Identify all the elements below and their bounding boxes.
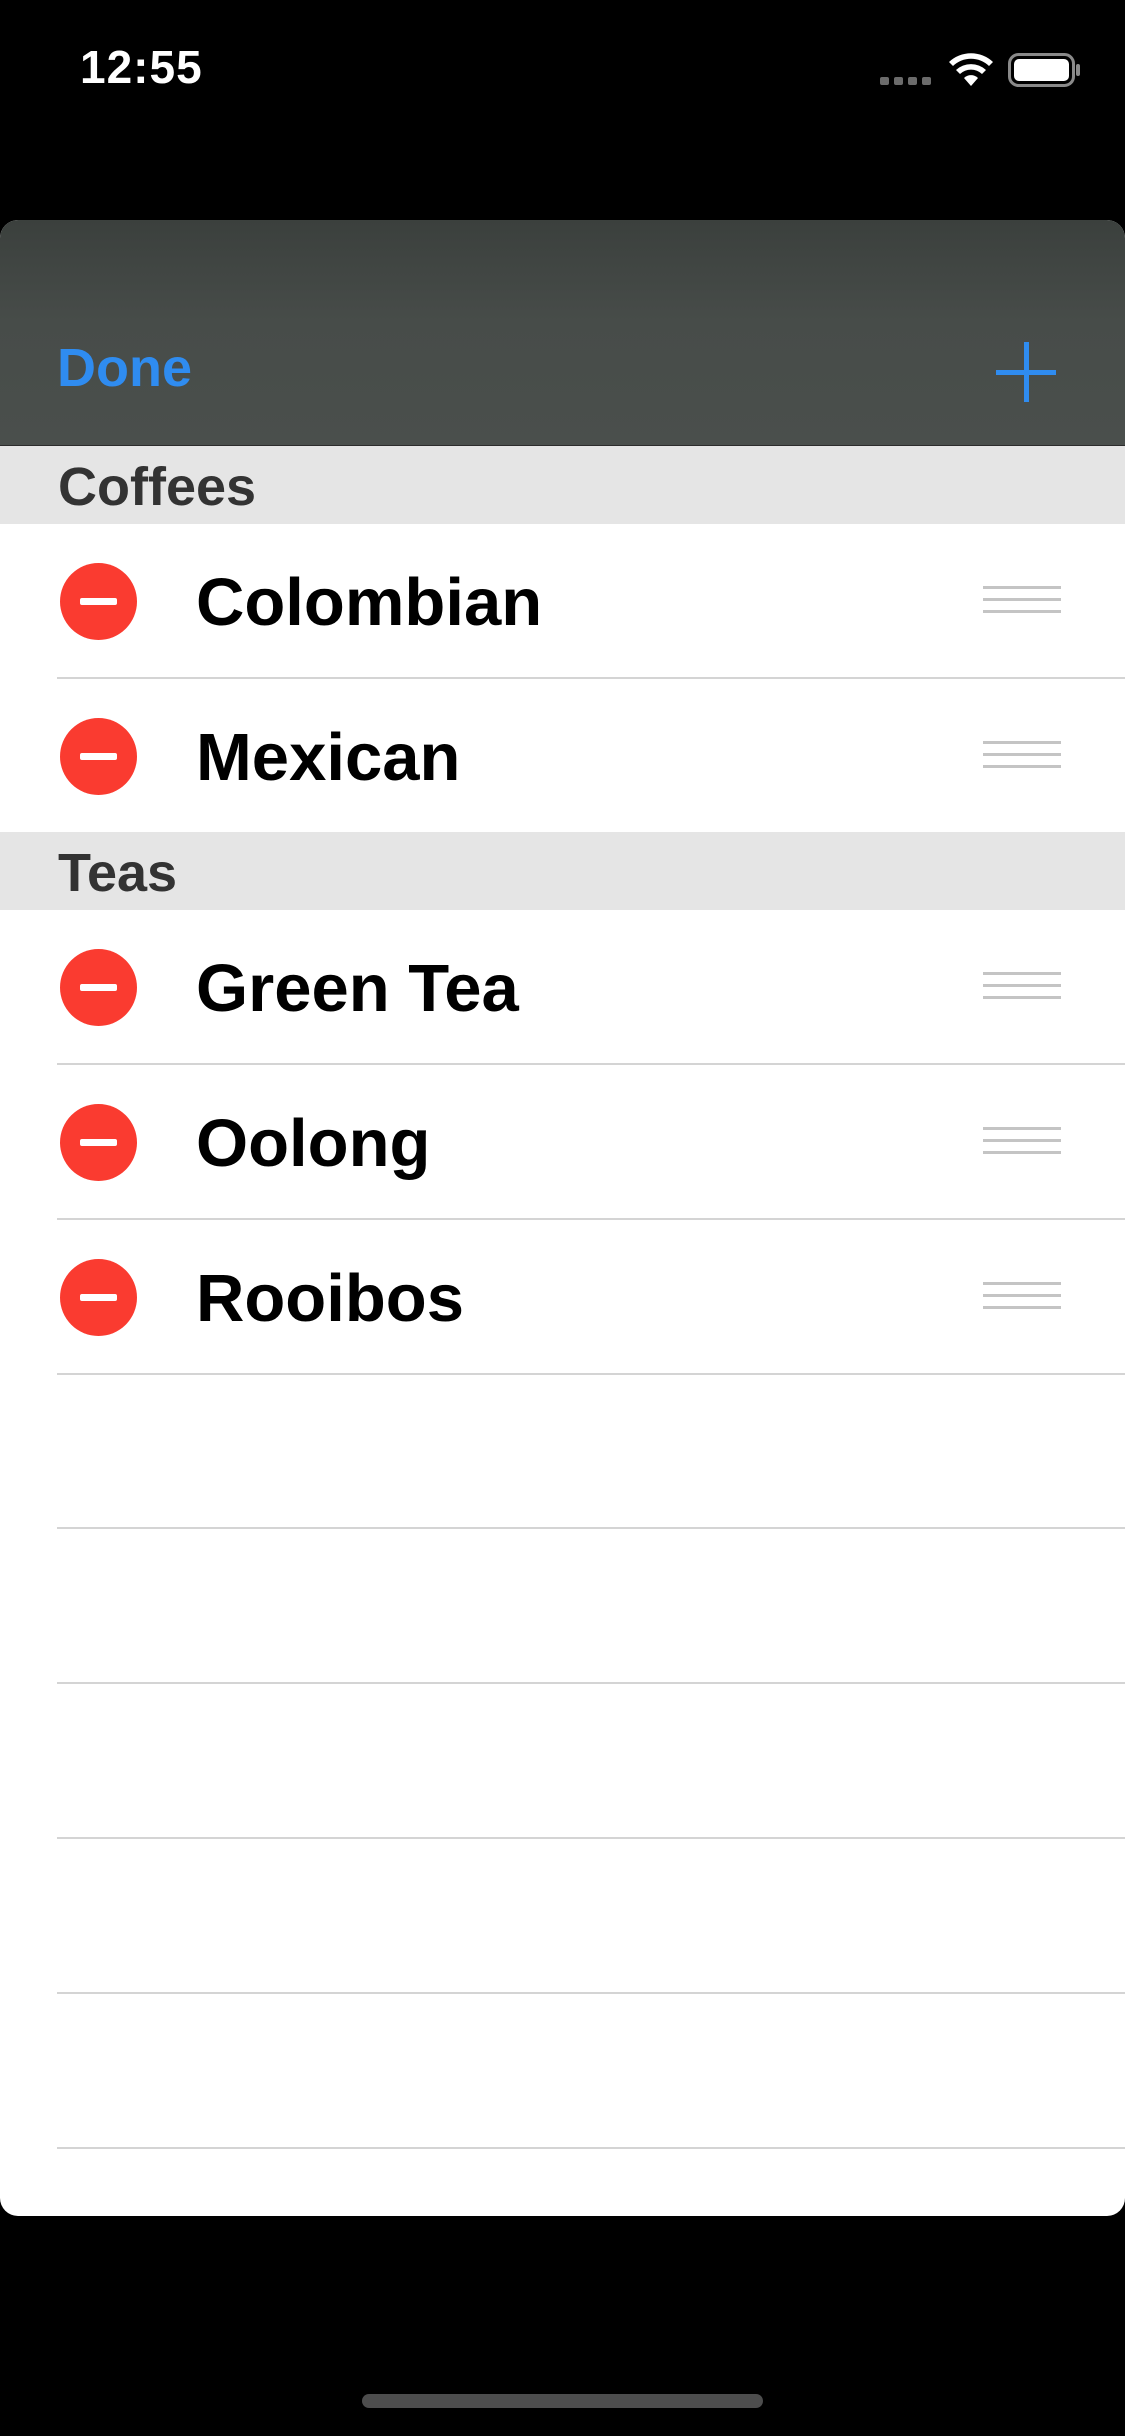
status-bar: 12:55	[0, 0, 1125, 140]
edit-list-sheet: Done Coffees Colombian Mexican Teas Gree…	[0, 220, 1125, 2216]
reorder-handle-icon[interactable]	[983, 739, 1061, 779]
done-button[interactable]: Done	[57, 337, 192, 399]
empty-row-separator	[57, 1682, 1125, 1684]
plus-icon[interactable]	[996, 340, 1060, 404]
wifi-icon	[949, 53, 993, 86]
list-item[interactable]: Colombian	[0, 524, 1125, 679]
reorder-handle-icon[interactable]	[983, 584, 1061, 624]
app-screen: 12:55 Done Coffees Colombian Mexican Tea…	[0, 0, 1125, 2436]
navigation-bar: Done	[0, 220, 1125, 446]
empty-row-separator	[57, 1527, 1125, 1529]
reorder-handle-icon[interactable]	[983, 970, 1061, 1010]
section-header-coffees: Coffees	[0, 446, 1125, 524]
delete-icon[interactable]	[60, 949, 137, 1026]
section-header-teas: Teas	[0, 832, 1125, 910]
list-item[interactable]: Green Tea	[0, 910, 1125, 1065]
empty-row-separator	[57, 1837, 1125, 1839]
list-item-label: Rooibos	[196, 1261, 464, 1336]
reorder-handle-icon[interactable]	[983, 1125, 1061, 1165]
empty-row-separator	[57, 2147, 1125, 2149]
empty-row-separator	[57, 1992, 1125, 1994]
list-item-label: Colombian	[196, 565, 543, 640]
section-title: Coffees	[58, 457, 257, 517]
status-time: 12:55	[80, 41, 203, 93]
list-item[interactable]: Oolong	[0, 1065, 1125, 1220]
row-separator	[57, 1373, 1125, 1375]
battery-icon	[1008, 53, 1080, 87]
delete-icon[interactable]	[60, 563, 137, 640]
list-item[interactable]: Rooibos	[0, 1220, 1125, 1375]
home-indicator[interactable]	[362, 2394, 763, 2408]
cellular-signal-icon	[880, 77, 932, 85]
list-item-label: Oolong	[196, 1106, 431, 1181]
list-item-label: Green Tea	[196, 951, 519, 1026]
list-item-label: Mexican	[196, 720, 461, 795]
list-item[interactable]: Mexican	[0, 679, 1125, 834]
delete-icon[interactable]	[60, 1104, 137, 1181]
section-title: Teas	[58, 843, 178, 903]
delete-icon[interactable]	[60, 1259, 137, 1336]
reorder-handle-icon[interactable]	[983, 1280, 1061, 1320]
delete-icon[interactable]	[60, 718, 137, 795]
